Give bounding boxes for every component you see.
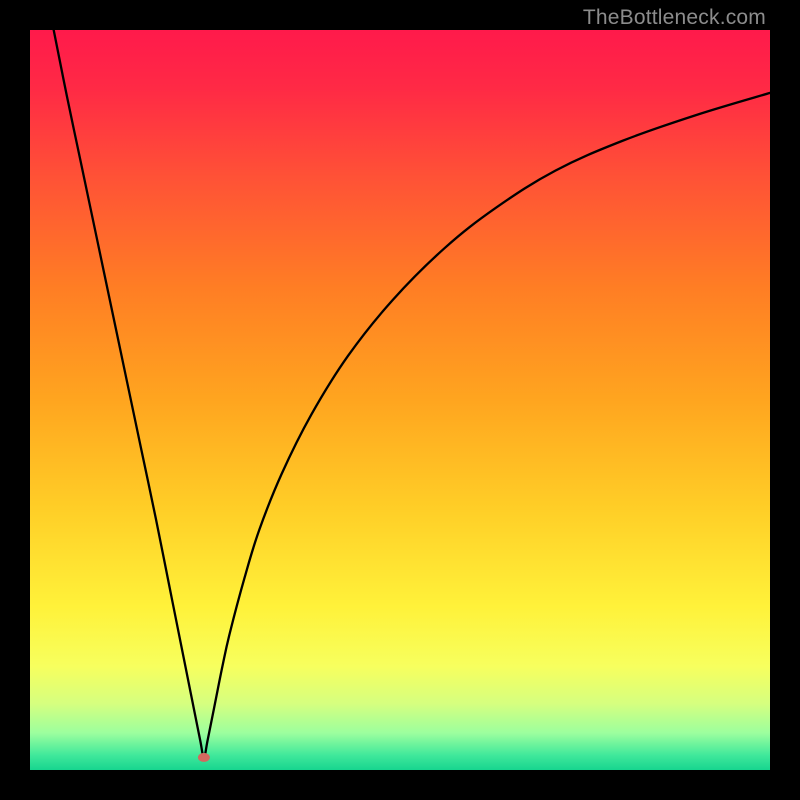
chart-svg (30, 30, 770, 770)
plot-area (30, 30, 770, 770)
gradient-background (30, 30, 770, 770)
chart-frame: TheBottleneck.com (0, 0, 800, 800)
watermark-text: TheBottleneck.com (583, 6, 766, 30)
minimum-marker (198, 753, 210, 762)
